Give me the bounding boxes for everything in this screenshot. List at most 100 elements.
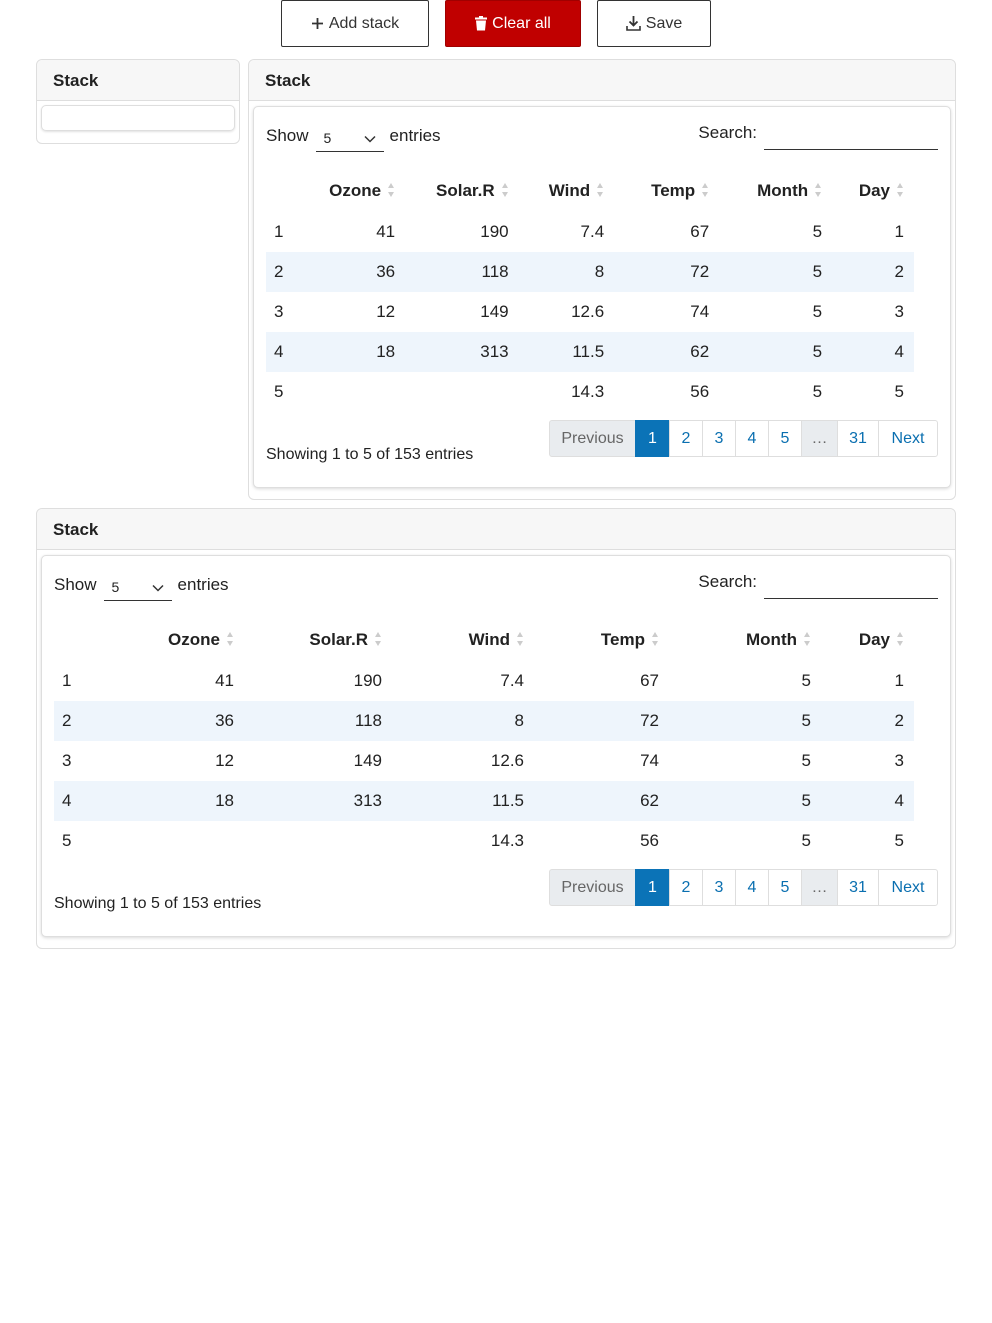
clear-all-button[interactable]: Clear all: [445, 0, 581, 47]
previous-page-button[interactable]: Previous: [549, 420, 636, 457]
table-cell: 190: [353, 671, 382, 690]
table-cell: 313: [405, 332, 519, 372]
table-cell: 118: [405, 252, 519, 292]
page-button-31[interactable]: 31: [837, 869, 879, 906]
table-row[interactable]: 4 18 313 11.5 62 5 4: [266, 332, 914, 372]
table-row[interactable]: 1 41 190 7.4 67 5 1: [266, 212, 914, 252]
page-length-value: 5: [111, 578, 120, 595]
column-header-index: [54, 621, 98, 661]
table-row[interactable]: 3 12 149 12.6 74 5 3: [54, 741, 914, 781]
column-header-month[interactable]: Month: [719, 172, 832, 212]
table-cell: 190: [480, 222, 509, 241]
page-button-4[interactable]: 4: [735, 869, 769, 906]
column-header-temp[interactable]: Temp: [614, 172, 719, 212]
table-cell: 72: [614, 252, 720, 292]
search-input[interactable]: [764, 572, 938, 599]
column-header-ozone[interactable]: Ozone: [98, 621, 244, 661]
page-button-5[interactable]: 5: [768, 869, 802, 906]
toolbar: Add stack Clear all Save: [0, 0, 992, 48]
page-ellipsis: …: [801, 869, 838, 906]
table-cell: 5: [812, 382, 823, 401]
search-input[interactable]: [764, 123, 938, 150]
datatable-card: Show 5 entries Search: Ozone Solar.R Win…: [253, 106, 951, 488]
page-button-2[interactable]: 2: [669, 869, 703, 906]
panel-title: Stack: [37, 60, 239, 101]
page-button-5[interactable]: 5: [768, 420, 802, 457]
chevron-down-icon: [152, 579, 164, 595]
page-button-1[interactable]: 1: [635, 420, 670, 457]
table-cell: 8: [392, 701, 534, 741]
clear-all-label: Clear all: [492, 14, 551, 32]
page-button-3[interactable]: 3: [702, 869, 736, 906]
table-cell: [405, 372, 519, 412]
sort-icon: [516, 631, 524, 652]
table-cell: 1: [62, 671, 72, 690]
column-header-wind[interactable]: Wind: [519, 172, 615, 212]
table-cell: 7.4: [580, 222, 605, 241]
column-header-temp[interactable]: Temp: [534, 621, 669, 661]
sort-icon: [226, 631, 234, 652]
column-header-ozone[interactable]: Ozone: [305, 172, 405, 212]
data-table: Ozone Solar.R Wind Temp Month Day 1 41 1…: [266, 172, 914, 412]
page-button-2[interactable]: 2: [669, 420, 703, 457]
column-header-solar-r[interactable]: Solar.R: [244, 621, 392, 661]
column-header-day[interactable]: Day: [832, 172, 914, 212]
table-cell: 5: [62, 831, 72, 850]
previous-page-button[interactable]: Previous: [549, 869, 636, 906]
table-cell: [305, 372, 405, 412]
table-cell: 313: [244, 781, 392, 821]
table-cell: 12.6: [571, 302, 605, 321]
table-row[interactable]: 2 36 118 8 72 5 2: [54, 701, 914, 741]
table-row[interactable]: 3 12 149 12.6 74 5 3: [266, 292, 914, 332]
sort-icon: [701, 182, 709, 203]
table-row[interactable]: 4 18 313 11.5 62 5 4: [54, 781, 914, 821]
table-cell: 14.3: [490, 831, 524, 850]
table-cell: 56: [640, 831, 659, 850]
column-header-wind[interactable]: Wind: [392, 621, 534, 661]
table-cell: 5: [669, 781, 821, 821]
table-cell: 18: [98, 781, 244, 821]
page-button-3[interactable]: 3: [702, 420, 736, 457]
table-row[interactable]: 5 14.3 56 5 5: [54, 821, 914, 861]
table-cell: 5: [719, 332, 833, 372]
save-button[interactable]: Save: [597, 0, 711, 47]
page-button-31[interactable]: 31: [837, 420, 879, 457]
column-header-solar-r[interactable]: Solar.R: [405, 172, 519, 212]
table-cell: 149: [353, 751, 382, 770]
table-cell: 4: [821, 781, 914, 821]
show-label: Show: [266, 126, 309, 145]
table-row[interactable]: 1 41 190 7.4 67 5 1: [54, 661, 914, 701]
table-cell: 5: [812, 302, 823, 321]
column-header-month[interactable]: Month: [669, 621, 821, 661]
table-row[interactable]: 2 36 118 8 72 5 2: [266, 252, 914, 292]
stack-panel-left: Stack: [36, 59, 240, 144]
table-cell: 11.5: [518, 332, 615, 372]
save-label: Save: [645, 14, 683, 32]
page-length-value: 5: [323, 129, 332, 146]
table-cell: 74: [690, 302, 710, 321]
page-length-select[interactable]: 5: [315, 124, 384, 152]
table-cell: 2: [54, 701, 98, 741]
next-page-button[interactable]: Next: [878, 869, 938, 906]
plus-icon: [311, 17, 324, 30]
table-cell: 4: [266, 332, 306, 372]
table-cell: 3: [274, 302, 284, 321]
table-cell: 62: [534, 781, 669, 821]
page-length-select[interactable]: 5: [103, 573, 172, 601]
table-row[interactable]: 5 14.3 56 5 5: [266, 372, 914, 412]
sort-icon: [803, 631, 811, 652]
table-cell: 12: [376, 302, 396, 321]
table-cell: 62: [614, 332, 720, 372]
trash-icon: [475, 16, 488, 31]
next-page-button[interactable]: Next: [878, 420, 938, 457]
table-cell: 5: [894, 382, 904, 401]
page-button-1[interactable]: 1: [635, 869, 670, 906]
sort-icon: [896, 182, 904, 203]
table-cell: 1: [274, 222, 284, 241]
table-cell: 36: [305, 252, 406, 292]
table-cell: [244, 821, 392, 861]
table-cell: 5: [669, 701, 821, 741]
column-header-day[interactable]: Day: [821, 621, 914, 661]
page-button-4[interactable]: 4: [735, 420, 769, 457]
add-stack-button[interactable]: Add stack: [281, 0, 429, 47]
